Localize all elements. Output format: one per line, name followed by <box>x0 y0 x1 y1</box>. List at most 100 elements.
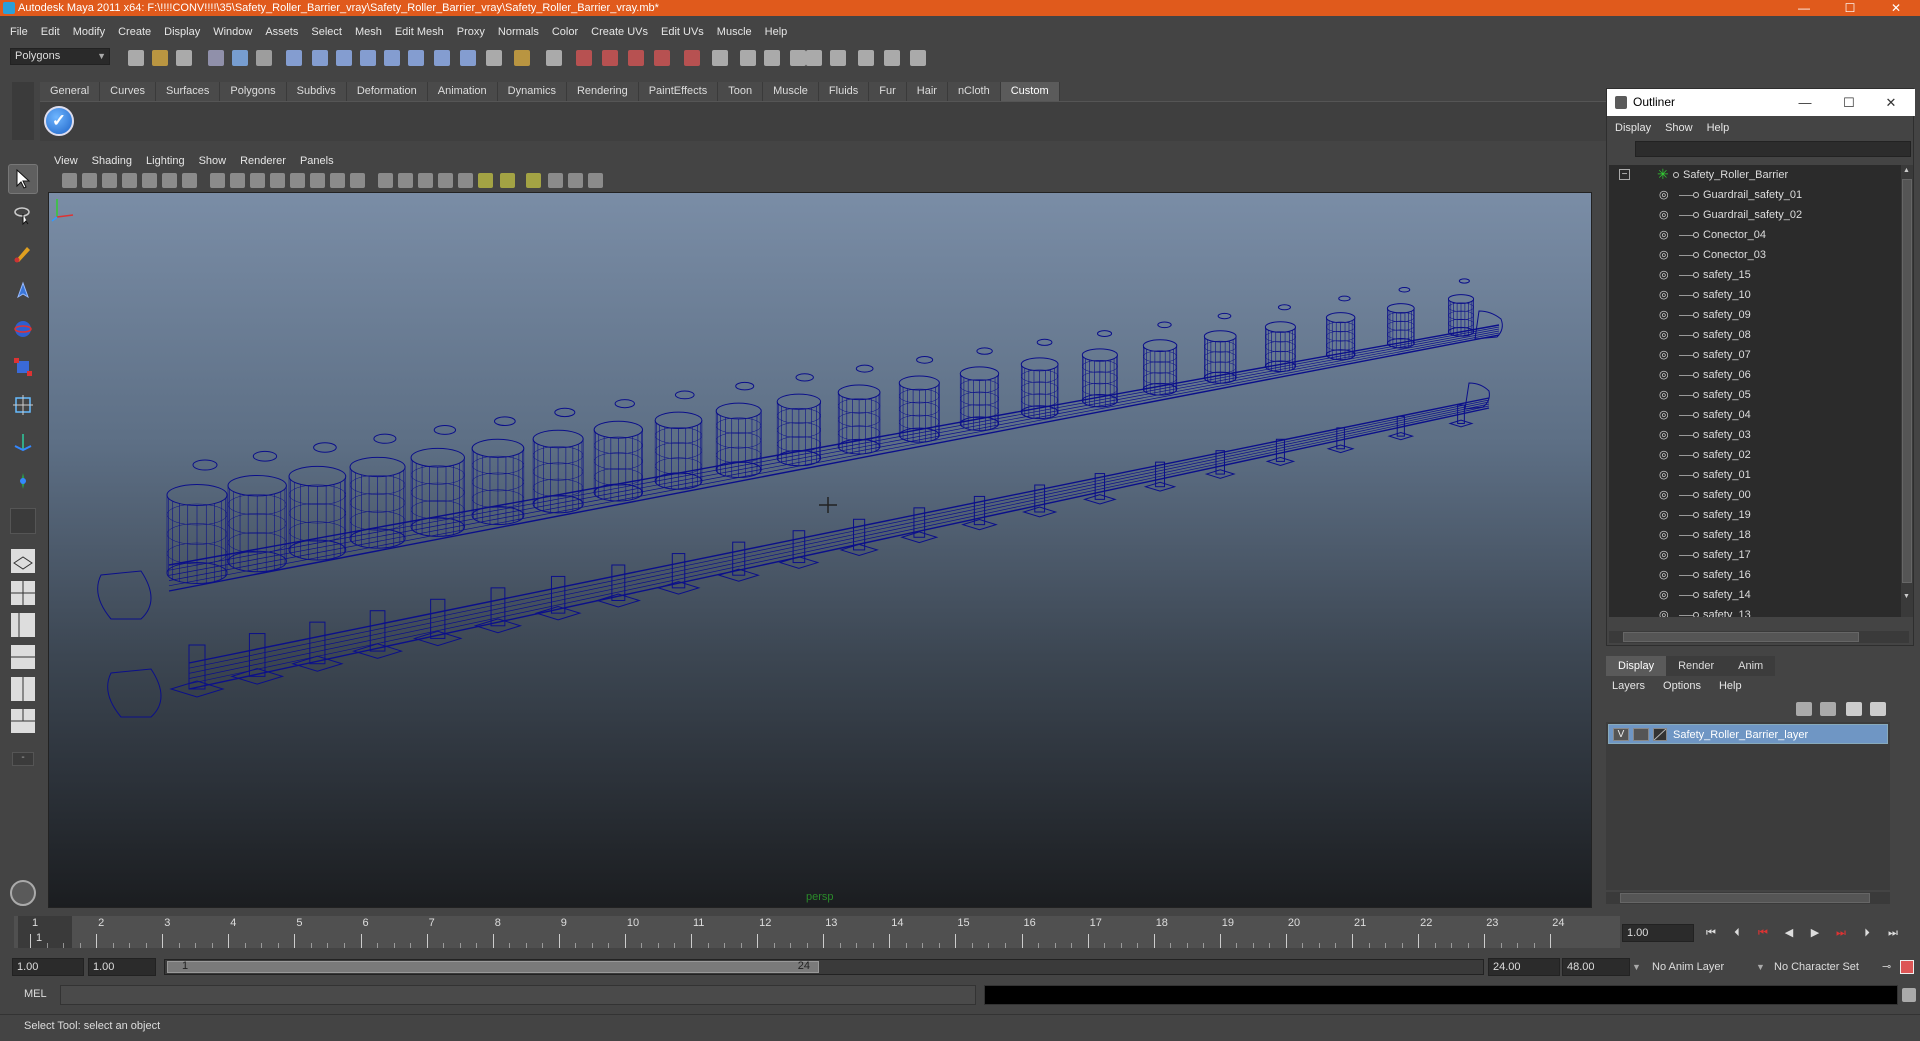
status-tool-icon[interactable] <box>384 50 400 66</box>
range-slider-track[interactable]: 1 24 <box>164 959 1484 975</box>
viewport-menu-panels[interactable]: Panels <box>300 155 334 167</box>
character-set-dropdown[interactable]: No Character Set <box>1774 958 1878 976</box>
menu-window[interactable]: Window <box>213 26 252 38</box>
viewport-tool-icon[interactable] <box>142 173 157 188</box>
viewport-tool-icon[interactable] <box>210 173 225 188</box>
shelf-tab-fluids[interactable]: Fluids <box>818 82 870 101</box>
viewport-tool-icon[interactable] <box>270 173 285 188</box>
shelf-tab-curves[interactable]: Curves <box>100 82 156 101</box>
viewport-tool-icon[interactable] <box>548 173 563 188</box>
layer-menu-layers[interactable]: Layers <box>1608 680 1645 692</box>
menu-edit-mesh[interactable]: Edit Mesh <box>395 26 444 38</box>
menu-set-dropdown[interactable]: Polygons ▼ <box>10 48 110 65</box>
persp-outliner-layout-icon[interactable] <box>8 610 38 640</box>
status-tool-icon[interactable] <box>576 50 592 66</box>
outliner-item[interactable]: ◎ safety_09 <box>1609 305 1901 325</box>
layer-row[interactable]: V Safety_Roller_Barrier_layer <box>1608 724 1888 744</box>
outliner-item[interactable]: ◎ safety_00 <box>1609 485 1901 505</box>
layer-tab-anim[interactable]: Anim <box>1726 656 1776 676</box>
close-button[interactable]: ✕ <box>1876 0 1916 16</box>
status-tool-icon[interactable] <box>208 50 224 66</box>
time-slider[interactable]: 1 1 2 3 4 5 6 7 8 9 10 11 12 13 14 15 16 17 18 19 20 21 22 23 24 <box>14 916 1620 948</box>
manipulator-tool-icon[interactable] <box>8 390 38 420</box>
paint-select-tool-icon[interactable] <box>8 238 38 268</box>
menu-create-uvs[interactable]: Create UVs <box>591 26 648 38</box>
play-forwards-icon[interactable]: ▶ <box>1804 924 1826 942</box>
status-tool-icon[interactable] <box>312 50 328 66</box>
move-tool-icon[interactable] <box>8 276 38 306</box>
outliner-close-button[interactable]: ✕ <box>1869 89 1913 116</box>
viewport-tool-icon[interactable] <box>350 173 365 188</box>
viewport-tool-icon[interactable] <box>458 173 473 188</box>
shelf-tab-hair[interactable]: Hair <box>906 82 948 101</box>
mel-command-input[interactable] <box>60 985 976 1005</box>
shelf-tab-painteffects[interactable]: PaintEffects <box>638 82 719 101</box>
outliner-item[interactable]: ◎ Guardrail_safety_02 <box>1609 205 1901 225</box>
shelf-tab-toon[interactable]: Toon <box>718 82 764 101</box>
menu-edit-uvs[interactable]: Edit UVs <box>661 26 704 38</box>
play-backwards-icon[interactable]: ◀ <box>1778 924 1800 942</box>
viewport-menu-lighting[interactable]: Lighting <box>146 155 185 167</box>
menu-help[interactable]: Help <box>765 26 788 38</box>
scroll-down-arrow-icon[interactable]: ▼ <box>1903 593 1911 601</box>
viewport-tool-icon[interactable] <box>82 173 97 188</box>
auto-key-icon[interactable]: ⊸ <box>1882 958 1896 976</box>
range-slider-thumb[interactable]: 1 24 <box>167 960 819 973</box>
layer-hscroll-thumb[interactable] <box>1620 893 1870 903</box>
status-tool-icon[interactable] <box>764 50 780 66</box>
layer-playback-toggle[interactable] <box>1633 728 1649 741</box>
status-tool-icon[interactable] <box>286 50 302 66</box>
menu-normals[interactable]: Normals <box>498 26 539 38</box>
shelf-tab-dynamics[interactable]: Dynamics <box>497 82 567 101</box>
outliner-item[interactable]: ◎ safety_08 <box>1609 325 1901 345</box>
shelf-tab-ncloth[interactable]: nCloth <box>947 82 1001 101</box>
status-tool-icon[interactable] <box>486 50 502 66</box>
shelf-tab-rendering[interactable]: Rendering <box>566 82 639 101</box>
menu-display[interactable]: Display <box>164 26 200 38</box>
anim-layer-dropdown[interactable]: No Anim Layer <box>1652 958 1756 976</box>
outliner-horizontal-scrollbar[interactable] <box>1609 631 1909 643</box>
outliner-scroll-thumb[interactable] <box>1902 179 1912 583</box>
current-time-field[interactable]: 1.00 <box>1622 924 1694 942</box>
step-back-frame-icon[interactable]: ⏴ <box>1726 924 1748 942</box>
status-tool-icon[interactable] <box>546 50 562 66</box>
status-tool-icon[interactable] <box>360 50 376 66</box>
status-tool-icon[interactable] <box>910 50 926 66</box>
shelf-options-handle[interactable] <box>12 82 34 140</box>
status-tool-icon[interactable] <box>740 50 756 66</box>
menu-file[interactable]: File <box>10 26 28 38</box>
outliner-item[interactable]: ◎ safety_07 <box>1609 345 1901 365</box>
outliner-item[interactable]: ◎ safety_14 <box>1609 585 1901 605</box>
outliner-item[interactable]: ◎ safety_06 <box>1609 365 1901 385</box>
command-language-label[interactable]: MEL <box>24 988 47 1000</box>
outliner-layout-icon[interactable] <box>8 706 38 736</box>
shelf-tab-deformation[interactable]: Deformation <box>346 82 428 101</box>
status-tool-icon[interactable] <box>790 50 806 66</box>
menu-modify[interactable]: Modify <box>73 26 105 38</box>
status-tool-icon[interactable] <box>602 50 618 66</box>
outliner-vertical-scrollbar[interactable]: ▲ ▼ <box>1901 165 1913 617</box>
outliner-item[interactable]: ◎ safety_02 <box>1609 445 1901 465</box>
viewport-menu-renderer[interactable]: Renderer <box>240 155 286 167</box>
playback-start-field[interactable]: 1.00 <box>88 958 156 976</box>
outliner-item[interactable]: ◎ safety_10 <box>1609 285 1901 305</box>
animation-end-field[interactable]: 48.00 <box>1562 958 1630 976</box>
outliner-item[interactable]: ◎ safety_16 <box>1609 565 1901 585</box>
shelf-tab-surfaces[interactable]: Surfaces <box>155 82 221 101</box>
layer-menu-options[interactable]: Options <box>1659 680 1701 692</box>
status-tool-icon[interactable] <box>654 50 670 66</box>
status-tool-icon[interactable] <box>830 50 846 66</box>
select-tool-icon[interactable] <box>8 164 38 194</box>
status-tool-icon[interactable] <box>434 50 450 66</box>
collapse-icon[interactable]: − <box>1619 169 1630 180</box>
status-tool-icon[interactable] <box>152 50 168 66</box>
menu-proxy[interactable]: Proxy <box>457 26 485 38</box>
status-tool-icon[interactable] <box>806 50 822 66</box>
viewport-tool-icon[interactable] <box>438 173 453 188</box>
status-tool-icon[interactable] <box>684 50 700 66</box>
layer-visibility-toggle[interactable]: V <box>1613 728 1629 741</box>
status-tool-icon[interactable] <box>408 50 424 66</box>
animation-start-field[interactable]: 1.00 <box>12 958 84 976</box>
outliner-item[interactable]: ◎ Conector_03 <box>1609 245 1901 265</box>
perspective-viewport[interactable]: persp <box>48 192 1592 908</box>
